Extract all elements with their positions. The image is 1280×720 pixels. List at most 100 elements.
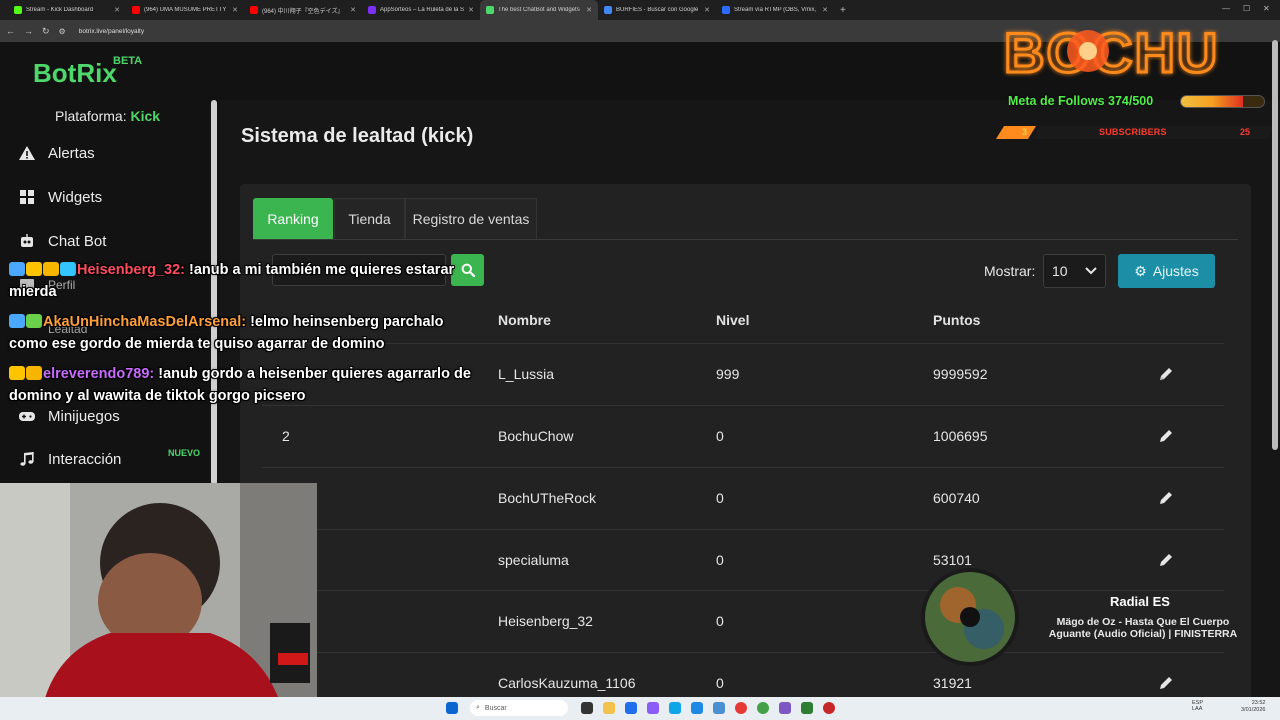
- tab-favicon-icon: [250, 6, 258, 14]
- browser-tab[interactable]: Stream vía RTMP (OBS, Vmix, Zoom) ✕: [716, 0, 834, 20]
- level-cell: 0: [716, 490, 724, 506]
- show-count-select[interactable]: 10: [1043, 254, 1106, 288]
- settings-button[interactable]: ⚙ Ajustes: [1118, 254, 1215, 288]
- sidebar-label-interaccion: Interacción: [48, 450, 122, 468]
- app-icon[interactable]: [779, 702, 791, 714]
- minimize-icon[interactable]: —: [1222, 4, 1230, 13]
- settings-button-label: Ajustes: [1152, 263, 1199, 279]
- maximize-icon[interactable]: ☐: [1243, 4, 1250, 13]
- app-icon[interactable]: [713, 702, 725, 714]
- close-window-icon[interactable]: ✕: [1263, 4, 1270, 13]
- language-indicator[interactable]: ESP LAA: [1192, 700, 1203, 712]
- crown-icon: [9, 366, 25, 380]
- level-cell: 0: [716, 552, 724, 568]
- star-icon: [26, 314, 42, 328]
- tab-label: (964) UMA MUSUME PRETTY DERBY: [144, 7, 228, 13]
- table-row: BochUTheRock 0 600740: [262, 467, 1224, 529]
- table-row: 2 BochuChow 0 1006695: [262, 405, 1224, 467]
- new-badge: NUEVO: [168, 448, 201, 458]
- tab-close-icon[interactable]: ✕: [468, 6, 474, 14]
- album-art-disc: [921, 568, 1019, 666]
- tab-label: AppSorteos – La Ruleta de la Suerte: [380, 7, 465, 13]
- show-count-label: Mostrar:: [984, 263, 1036, 279]
- sidebar-label-chatbot: Chat Bot: [48, 232, 107, 250]
- svg-text:BOCHU: BOCHU: [1004, 22, 1219, 80]
- platform-value: Kick: [130, 108, 161, 124]
- sidebar-label-minijuegos: Minijuegos: [48, 407, 120, 425]
- now-playing-line1: Mägo de Oz - Hasta Que El Cuerpo: [1056, 616, 1230, 628]
- tab-close-icon[interactable]: ✕: [822, 6, 828, 14]
- gem-icon: [60, 262, 76, 276]
- chat-message: Heisenberg_32: !anub a mi también me qui…: [9, 259, 484, 303]
- sidebar-item-chatbot[interactable]: Chat Bot: [18, 229, 106, 253]
- rank-cell: 2: [282, 428, 290, 444]
- pencil-icon[interactable]: [1158, 552, 1174, 568]
- tab-favicon-icon: [368, 6, 376, 14]
- tab-label: Stream vía RTMP (OBS, Vmix, Zoom): [734, 7, 818, 13]
- pencil-icon[interactable]: [1158, 675, 1174, 691]
- obs-icon[interactable]: [823, 702, 835, 714]
- botrix-logo[interactable]: BotRix: [33, 58, 117, 89]
- page-scrollbar[interactable]: [1272, 40, 1278, 450]
- sidebar-item-minijuegos[interactable]: Minijuegos: [18, 404, 120, 428]
- browser-tab[interactable]: (964) UMA MUSUME PRETTY DERBY ✕: [126, 0, 244, 20]
- table-row: CarlosKauzuma_1106 0 31921: [262, 652, 1224, 697]
- pencil-icon[interactable]: [1158, 366, 1174, 382]
- file-explorer-icon[interactable]: [603, 702, 615, 714]
- task-view-icon[interactable]: [581, 702, 593, 714]
- reload-icon[interactable]: ↻: [42, 26, 50, 37]
- points-cell: 600740: [933, 490, 980, 506]
- url-field[interactable]: botrix.live/panel/loyalty: [79, 28, 144, 35]
- forward-icon[interactable]: →: [24, 26, 33, 36]
- start-icon[interactable]: [446, 702, 458, 714]
- store-icon[interactable]: [625, 702, 637, 714]
- column-header-puntos[interactable]: Puntos: [933, 312, 980, 328]
- page-title: Sistema de lealtad (kick): [241, 125, 474, 147]
- bochu-brand-logo: BOCHU: [1003, 22, 1219, 80]
- tab-tienda[interactable]: Tienda: [334, 198, 405, 239]
- chrome-icon[interactable]: [735, 702, 747, 714]
- app-icon[interactable]: [801, 702, 813, 714]
- column-header-nombre[interactable]: Nombre: [498, 312, 551, 328]
- windows-taskbar: [0, 697, 1280, 720]
- now-playing-line2: Aguante (Audio Oficial) | FINISTERRA: [1048, 628, 1238, 640]
- browser-tab[interactable]: Stream - Kick Dashboard ✕: [8, 0, 126, 20]
- browser-tab[interactable]: The best ChatBot and Widgets ✕: [480, 0, 598, 20]
- browser-tab[interactable]: AppSorteos – La Ruleta de la Suerte✕: [362, 0, 480, 20]
- taskbar-search[interactable]: ⌕ Buscar: [470, 700, 568, 716]
- subscribers-label: SUBSCRIBERS: [1099, 127, 1167, 137]
- taskbar-search-placeholder: Buscar: [484, 704, 507, 712]
- tab-close-icon[interactable]: ✕: [704, 6, 710, 14]
- follows-goal-text: Meta de Follows 374/500: [1008, 94, 1154, 108]
- beta-badge: BETA: [113, 55, 143, 67]
- sidebar-item-alertas[interactable]: Alertas: [18, 141, 95, 165]
- robot-icon: [18, 233, 36, 249]
- new-tab-button[interactable]: +: [840, 5, 846, 16]
- browser-tab[interactable]: (964) 中川翔子『空色デイズ』 ✕: [244, 0, 362, 20]
- tab-favicon-icon: [722, 6, 730, 14]
- tab-registro-ventas[interactable]: Registro de ventas: [405, 198, 537, 239]
- app-icon[interactable]: [691, 702, 703, 714]
- app-icon[interactable]: [647, 702, 659, 714]
- site-info-icon[interactable]: ⚙: [59, 27, 66, 36]
- chat-message: elreverendo789: !anub gordo a heisenber …: [9, 363, 484, 407]
- pencil-icon[interactable]: [1158, 428, 1174, 444]
- pencil-icon[interactable]: [1158, 490, 1174, 506]
- name-cell: BochuChow: [498, 428, 574, 444]
- clock[interactable]: 23:52 3/01/2026: [1241, 700, 1265, 713]
- browser-tab[interactable]: BURFIES - Buscar con Google ✕: [598, 0, 716, 20]
- tab-close-icon[interactable]: ✕: [114, 6, 120, 14]
- app-icon[interactable]: [757, 702, 769, 714]
- badge-icon: [9, 314, 25, 328]
- sidebar-item-widgets[interactable]: Widgets: [18, 185, 102, 209]
- edge-icon[interactable]: [669, 702, 681, 714]
- back-icon[interactable]: ←: [6, 26, 15, 36]
- sidebar-item-interaccion[interactable]: Interacción: [18, 447, 121, 471]
- tab-close-icon[interactable]: ✕: [232, 6, 238, 14]
- name-cell: CarlosKauzuma_1106: [498, 675, 636, 691]
- tab-ranking[interactable]: Ranking: [253, 198, 333, 239]
- tab-close-icon[interactable]: ✕: [586, 6, 592, 14]
- tab-close-icon[interactable]: ✕: [350, 6, 356, 14]
- chat-username: AkaUnHinchaMasDelArsenal:: [43, 314, 247, 330]
- column-header-nivel[interactable]: Nivel: [716, 312, 749, 328]
